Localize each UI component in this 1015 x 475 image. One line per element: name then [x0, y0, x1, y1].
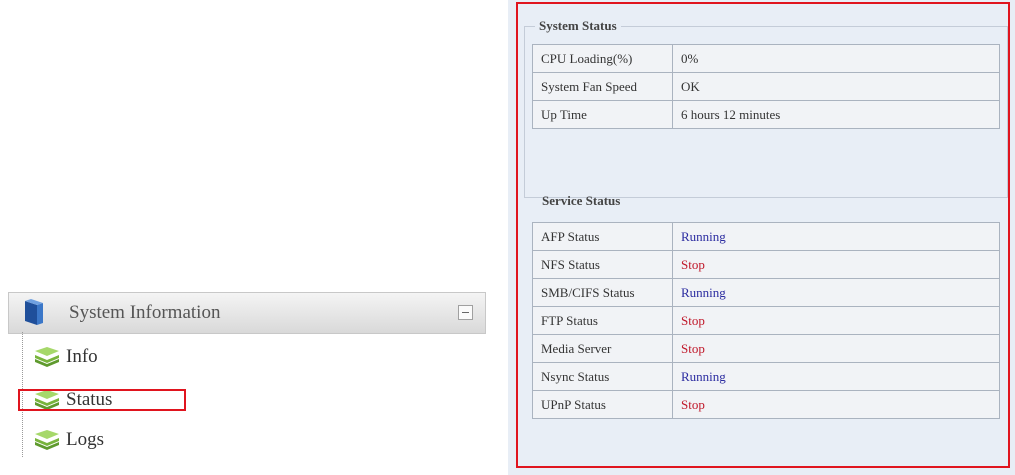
collapse-icon[interactable] — [458, 305, 473, 320]
table-row: CPU Loading(%) 0% — [532, 44, 1000, 73]
ftp-status-label: FTP Status — [532, 306, 673, 335]
system-status-title: System Status — [539, 18, 617, 33]
up-time-label: Up Time — [532, 100, 673, 129]
table-row: NFS Status Stop — [532, 250, 1000, 279]
service-status-table: AFP Status Running NFS Status Stop SMB/C… — [532, 222, 1000, 419]
nsync-status-value: Running — [672, 362, 1000, 391]
nav-item-info[interactable]: Info — [34, 343, 98, 371]
table-row: Up Time 6 hours 12 minutes — [532, 100, 1000, 129]
table-row: Nsync Status Running — [532, 362, 1000, 391]
nav-item-logs[interactable]: Logs — [34, 426, 104, 454]
leaf-stack-icon — [35, 390, 59, 410]
upnp-status-label: UPnP Status — [532, 390, 673, 419]
table-row: Media Server Stop — [532, 334, 1000, 363]
table-row: UPnP Status Stop — [532, 390, 1000, 419]
nfs-status-label: NFS Status — [532, 250, 673, 279]
fan-speed-label: System Fan Speed — [532, 72, 673, 101]
nav-item-status[interactable]: Status — [34, 386, 112, 414]
nsync-status-label: Nsync Status — [532, 362, 673, 391]
tree-line — [22, 332, 24, 457]
nav-item-label: Logs — [66, 429, 104, 450]
table-row: System Fan Speed OK — [532, 72, 1000, 101]
fan-speed-value: OK — [672, 72, 1000, 101]
nav-item-label: Status — [66, 389, 113, 410]
upnp-status-value: Stop — [672, 390, 1000, 419]
nav-header[interactable]: System Information — [8, 292, 486, 334]
nfs-status-value: Stop — [672, 250, 1000, 279]
service-status-title: Service Status — [542, 193, 621, 208]
nav-item-label: Info — [66, 346, 98, 367]
media-server-label: Media Server — [532, 334, 673, 363]
leaf-stack-icon — [35, 347, 59, 367]
system-monitor-icon — [25, 299, 43, 325]
table-row: SMB/CIFS Status Running — [532, 278, 1000, 307]
system-information-nav: System Information Info Status Logs — [8, 292, 486, 457]
media-server-value: Stop — [672, 334, 1000, 363]
nav-title: System Information — [69, 302, 221, 323]
smb-cifs-status-label: SMB/CIFS Status — [532, 278, 673, 307]
system-status-table: CPU Loading(%) 0% System Fan Speed OK Up… — [532, 44, 1000, 129]
cpu-loading-label: CPU Loading(%) — [532, 44, 673, 73]
table-row: FTP Status Stop — [532, 306, 1000, 335]
afp-status-value: Running — [672, 222, 1000, 251]
table-row: AFP Status Running — [532, 222, 1000, 251]
up-time-value: 6 hours 12 minutes — [672, 100, 1000, 129]
leaf-stack-icon — [35, 430, 59, 450]
status-panel: System Status CPU Loading(%) 0% System F… — [508, 0, 1015, 475]
ftp-status-value: Stop — [672, 306, 1000, 335]
cpu-loading-value: 0% — [672, 44, 1000, 73]
afp-status-label: AFP Status — [532, 222, 673, 251]
smb-cifs-status-value: Running — [672, 278, 1000, 307]
